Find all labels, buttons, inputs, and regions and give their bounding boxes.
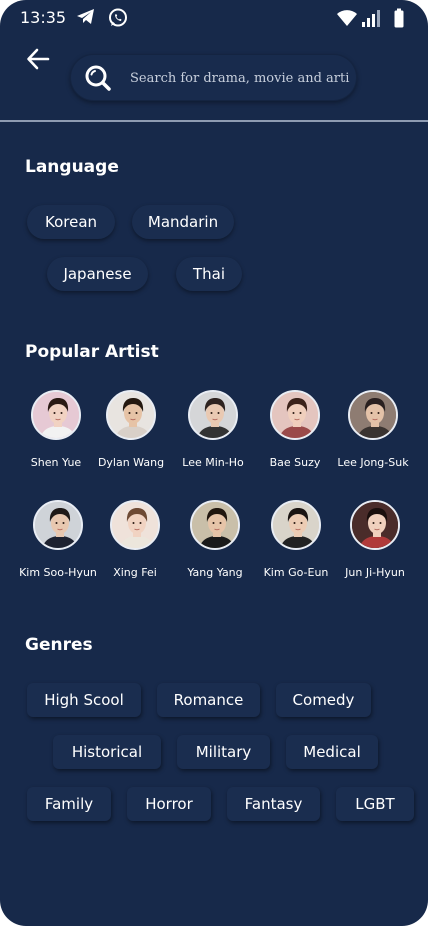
genre-medical[interactable]: Medical <box>286 735 378 769</box>
genre-military[interactable]: Military <box>177 735 270 769</box>
header-divider <box>0 120 428 122</box>
genre-high-school[interactable]: High Scool <box>27 683 141 717</box>
artist-avatar[interactable] <box>106 390 156 440</box>
artist-avatar[interactable] <box>33 500 83 550</box>
artist-avatar[interactable] <box>190 500 240 550</box>
signal-icon <box>361 9 383 31</box>
genre-fantasy[interactable]: Fantasy <box>227 787 320 821</box>
artist-name: Lee Jong-Suk <box>337 456 409 469</box>
search-input[interactable] <box>130 66 350 90</box>
artist-avatar[interactable] <box>350 500 400 550</box>
language-chip-japanese[interactable]: Japanese <box>47 257 148 291</box>
battery-icon <box>393 8 405 32</box>
genre-romance[interactable]: Romance <box>157 683 260 717</box>
genres-title: Genres <box>25 635 93 655</box>
genre-horror[interactable]: Horror <box>127 787 211 821</box>
popular-artist-title: Popular Artist <box>25 342 159 362</box>
telegram-icon <box>76 8 96 30</box>
artist-avatar[interactable] <box>270 390 320 440</box>
artist-avatar[interactable] <box>31 390 81 440</box>
status-bar: 13:35 <box>0 0 428 36</box>
genre-historical[interactable]: Historical <box>53 735 161 769</box>
language-chip-korean[interactable]: Korean <box>27 205 115 239</box>
language-chip-thai[interactable]: Thai <box>176 257 242 291</box>
app-screen: 13:35 Search for drama, movie and artist… <box>0 0 428 926</box>
artist-avatar[interactable] <box>271 500 321 550</box>
search-bar[interactable] <box>70 54 357 101</box>
artist-avatar[interactable] <box>188 390 238 440</box>
back-button[interactable] <box>22 46 54 76</box>
artist-card[interactable]: Jun Ji-Hyun <box>333 500 417 590</box>
artist-card[interactable]: Lee Jong-Suk <box>331 390 415 480</box>
search-icon[interactable] <box>84 64 112 92</box>
artist-name: Jun Ji-Hyun <box>345 566 405 579</box>
status-time: 13:35 <box>20 8 67 27</box>
artist-avatar[interactable] <box>110 500 160 550</box>
genre-lgbt[interactable]: LGBT <box>336 787 414 821</box>
arrow-left-icon <box>26 48 50 74</box>
artist-avatar[interactable] <box>348 390 398 440</box>
whatsapp-icon <box>108 8 128 32</box>
language-chip-mandarin[interactable]: Mandarin <box>132 205 234 239</box>
genre-family[interactable]: Family <box>27 787 111 821</box>
language-title: Language <box>25 157 119 177</box>
wifi-icon <box>336 9 358 31</box>
genre-comedy[interactable]: Comedy <box>276 683 371 717</box>
